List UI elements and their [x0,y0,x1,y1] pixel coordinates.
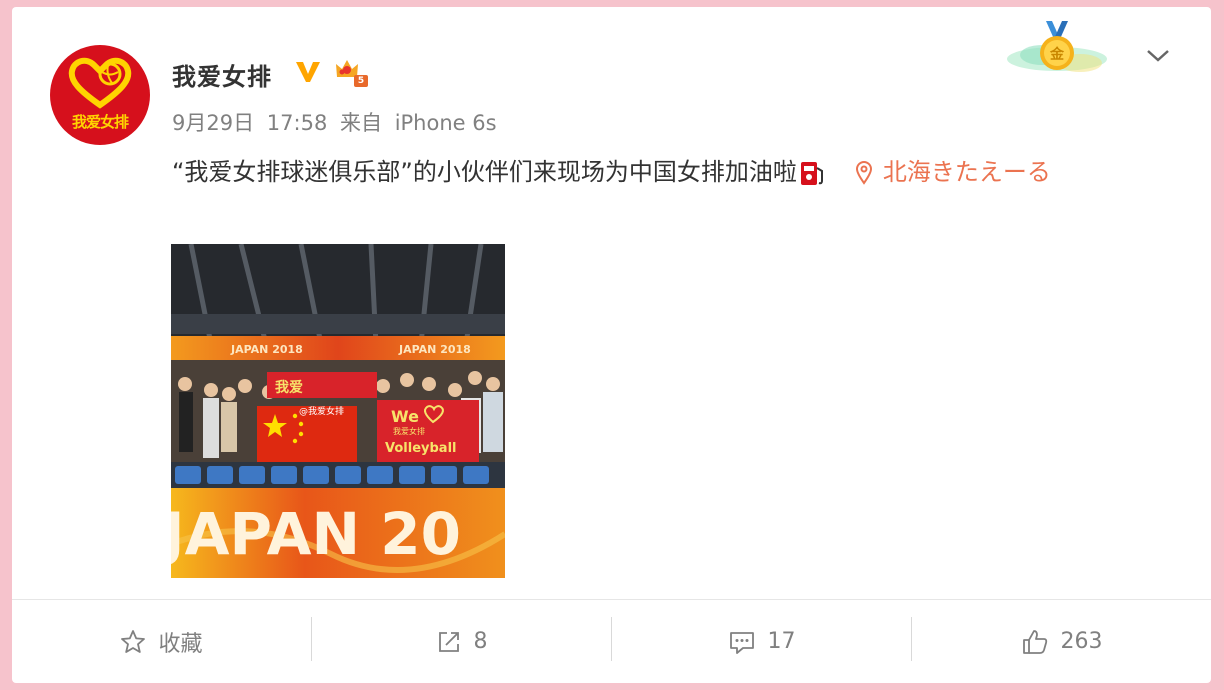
svg-text:我爱: 我爱 [275,380,303,396]
like-button[interactable]: 263 [912,600,1211,683]
post-time[interactable]: 17:58 [267,111,328,135]
like-count: 263 [1060,629,1103,654]
svg-text:金: 金 [1049,46,1065,63]
favorite-label: 收藏 [158,631,203,657]
thumbs-up-icon [1022,629,1047,654]
post-photo[interactable]: JAPAN 2018 JAPAN 2018 我爱 We 我爱女排 Volleyb… [171,244,505,578]
repost-count: 8 [473,629,488,654]
banner-top-right: JAPAN 2018 [398,343,471,356]
location-pin-icon [855,161,872,185]
location-name: 北海きたえーる [882,158,1051,186]
user-name[interactable]: 我爱女排 [172,57,272,92]
location-link[interactable]: 北海きたえーる [855,158,1051,186]
flag-volleyball: Volleyball [385,441,456,456]
comment-button[interactable]: 17 [612,600,911,683]
avatar-label: 我爱女排 [71,113,129,131]
comment-count: 17 [767,629,796,654]
action-bar: 收藏 8 17 263 [12,600,1211,683]
star-icon [121,629,146,653]
chevron-down-icon[interactable] [1145,47,1171,65]
gold-medal-icon[interactable]: 金 [1002,15,1112,85]
banner-top-left: JAPAN 2018 [230,343,303,356]
source-prefix: 来自 [340,111,382,135]
flag-cn-text: 我爱女排 [393,426,425,436]
favorite-button[interactable]: 收藏 [12,600,311,683]
share-icon [438,631,459,652]
photo-watermark: @我爱女排 [299,405,344,417]
post-content: “我爱女排球迷俱乐部”的小伙伴们来现场为中国女排加油啦 北海きたえーる [172,149,1172,195]
comment-icon [729,631,754,654]
banner-bottom: JAPAN 20 [171,500,461,568]
post-source: iPhone 6s [394,111,497,135]
post-date[interactable]: 9月29日 [172,111,254,135]
post-text: “我爱女排球迷俱乐部”的小伙伴们来现场为中国女排加油啦 [172,158,797,186]
fuel-pump-icon [800,162,823,185]
avatar[interactable]: 我爱女排 [50,45,150,145]
post-meta: 9月29日 17:58 来自 iPhone 6s [172,107,503,137]
verified-v-icon[interactable] [294,59,322,85]
flag-we: We [391,407,419,426]
repost-button[interactable]: 8 [312,600,611,683]
vip-level-badge: 5 [354,75,368,87]
weibo-post-card: 我爱女排 我爱女排 5 金 9月29日 17:58 来自 iPhone 6s “… [12,7,1211,683]
fans-photo-image: JAPAN 2018 JAPAN 2018 我爱 We 我爱女排 Volleyb… [171,244,505,578]
